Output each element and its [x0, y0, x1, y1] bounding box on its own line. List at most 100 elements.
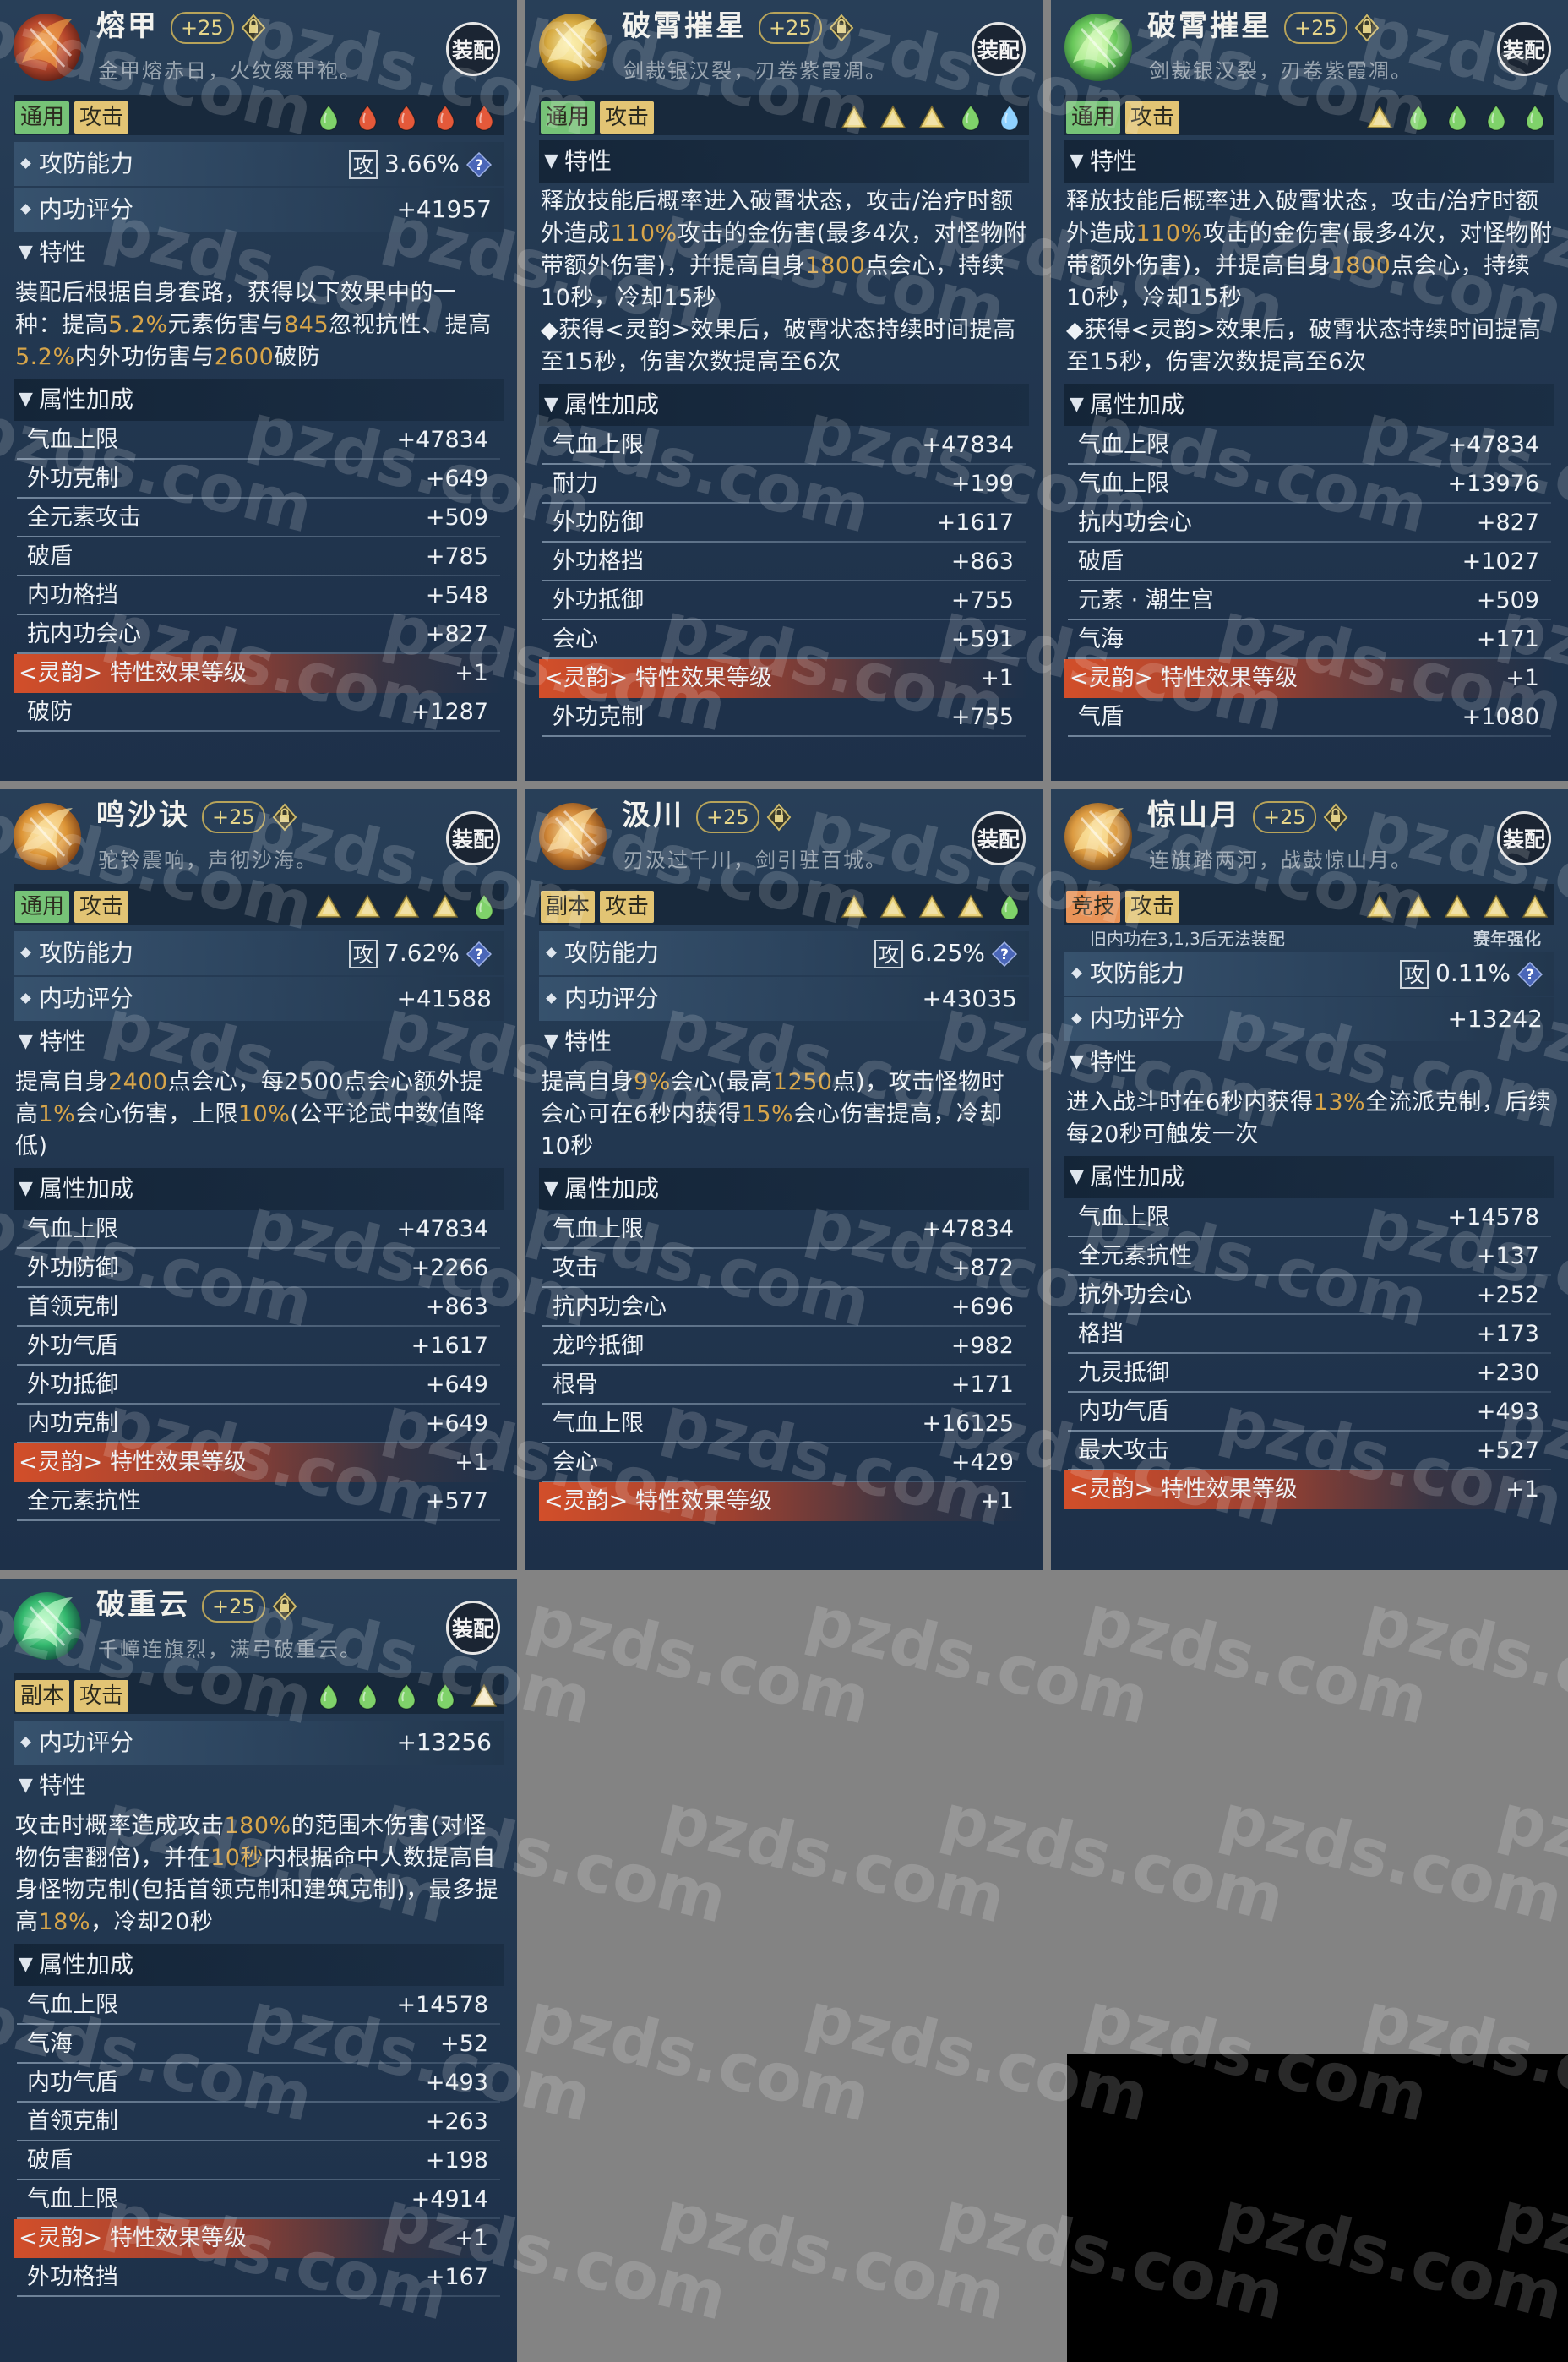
gold-gem-icon — [392, 892, 421, 921]
gear-name: 破霄摧星 +25 — [622, 7, 854, 46]
attr-row: 抗内功会心 +827 — [14, 615, 504, 654]
card-body: ▼ 特性 释放技能后概率进入破霄状态，攻击/治疗时额外造成110%攻击的金伤害(最多… — [525, 140, 1043, 737]
attr-bonus-header[interactable]: ▼ 属性加成 — [539, 1168, 1029, 1210]
attr-bonus-header[interactable]: ▼ 属性加成 — [539, 384, 1029, 426]
attr-row: 外功抵御 +649 — [14, 1366, 504, 1405]
attr-bonus-header[interactable]: ▼ 属性加成 — [1064, 1156, 1554, 1198]
attr-row: 外功防御 +2266 — [14, 1249, 504, 1288]
attr-row: 全元素攻击 +509 — [14, 499, 504, 537]
trait-header[interactable]: ▼ 特性 — [14, 1765, 504, 1807]
trait-description: 释放技能后概率进入破霄状态，攻击/治疗时额外造成110%攻击的金伤害(最多4次，… — [1066, 188, 1553, 375]
gold-gem-icon — [353, 892, 382, 921]
trait-header[interactable]: ▼ 特性 — [539, 140, 1029, 183]
equip-button[interactable]: 装配 — [446, 811, 500, 865]
gold-gem-icon — [431, 892, 460, 921]
level-badge: +25 — [1284, 11, 1348, 44]
attr-bonus-header[interactable]: ▼ 属性加成 — [14, 1944, 504, 1986]
attr-row: 抗外功会心 +252 — [1064, 1276, 1554, 1315]
chevron-down-icon: ▼ — [19, 1954, 33, 1975]
svg-text:?: ? — [1526, 967, 1534, 984]
inner-score-row: 内功评分 +13256 — [14, 1721, 504, 1765]
tag-type: 攻击 — [1125, 101, 1180, 134]
diamond-bullet-icon — [1071, 1013, 1082, 1024]
attr-bonus-header[interactable]: ▼ 属性加成 — [14, 379, 504, 421]
red-gem-icon — [470, 103, 498, 132]
tag-category: 副本 — [15, 1680, 70, 1712]
equip-button[interactable]: 装配 — [972, 811, 1026, 865]
watermark-text: pzds.com — [520, 1581, 878, 1740]
trait-header[interactable]: ▼ 特性 — [14, 1021, 504, 1063]
help-icon[interactable]: ? — [466, 941, 492, 967]
lock-icon — [241, 13, 266, 42]
attr-bonus-header[interactable]: ▼ 属性加成 — [1064, 384, 1554, 426]
help-icon[interactable]: ? — [466, 152, 492, 177]
chevron-down-icon: ▼ — [1070, 1051, 1084, 1072]
attr-row: 会心 +429 — [539, 1443, 1029, 1482]
card-header: 熔甲 +25 金甲熔赤日，火纹缀甲袍。 装配 — [0, 0, 517, 95]
gold-gem-icon — [956, 892, 985, 921]
attr-row: 元素 · 潮生宫 +509 — [1064, 581, 1554, 620]
attr-row: 内功气盾 +493 — [14, 2064, 504, 2103]
spirit-attr-row: <灵韵> 特性效果等级 +1 — [14, 2219, 504, 2258]
attr-row: 内功气盾 +493 — [1064, 1393, 1554, 1432]
attr-row: 外功格挡 +863 — [539, 543, 1029, 581]
gold-gem-icon — [917, 892, 946, 921]
diamond-bullet-icon — [1071, 968, 1082, 979]
chevron-down-icon: ▼ — [19, 1178, 33, 1199]
tag-category: 副本 — [541, 891, 596, 923]
gear-name: 破重云 +25 — [96, 1585, 297, 1624]
help-icon[interactable]: ? — [992, 941, 1017, 967]
inner-score-value: +41588 — [396, 985, 492, 1012]
green-gem-icon — [431, 1682, 460, 1710]
card-header: 破重云 +25 千嶂连旗烈，满弓破重云。 装配 — [0, 1579, 517, 1673]
tag-type: 攻击 — [74, 1680, 129, 1712]
level-badge: +25 — [1253, 800, 1316, 833]
tag-type: 攻击 — [600, 891, 655, 923]
attr-row: 气血上限 +47834 — [14, 1210, 504, 1249]
gold-gem-icon — [879, 103, 907, 132]
chevron-down-icon: ▼ — [1070, 150, 1084, 172]
equip-button[interactable]: 装配 — [446, 22, 500, 76]
attr-row: 气血上限 +13976 — [1064, 465, 1554, 504]
equip-button[interactable]: 装配 — [972, 22, 1026, 76]
green-gem-icon — [314, 103, 343, 132]
attr-row: 气血上限 +47834 — [539, 1210, 1029, 1249]
trait-header[interactable]: ▼ 特性 — [1064, 1041, 1554, 1083]
gear-name: 熔甲 +25 — [96, 7, 266, 46]
attr-row: 外功气盾 +1617 — [14, 1327, 504, 1366]
spirit-attr-row: <灵韵> 特性效果等级 +1 — [14, 654, 504, 693]
inner-score-value: +13242 — [1447, 1005, 1543, 1033]
level-badge: +25 — [759, 11, 822, 44]
equip-button[interactable]: 装配 — [1497, 22, 1551, 76]
equip-button[interactable]: 装配 — [1497, 811, 1551, 865]
gold-gem-icon — [1482, 892, 1511, 921]
trait-header[interactable]: ▼ 特性 — [14, 232, 504, 274]
gold-gem-icon — [314, 892, 343, 921]
tag-row: 竞技 攻击 — [1051, 884, 1568, 930]
lock-icon — [766, 802, 792, 832]
attack-badge: 攻 — [874, 940, 904, 968]
gem-slots — [314, 103, 498, 132]
lock-icon — [1354, 13, 1380, 42]
attr-bonus-header[interactable]: ▼ 属性加成 — [14, 1168, 504, 1210]
tag-row: 通用 攻击 — [525, 95, 1043, 140]
inner-score-row: 内功评分 +13242 — [1064, 997, 1554, 1041]
lock-icon — [1323, 802, 1348, 832]
chevron-down-icon: ▼ — [1070, 394, 1084, 415]
attr-row: 全元素抗性 +137 — [1064, 1237, 1554, 1276]
watermark-text: pzds.com — [655, 1780, 1013, 1939]
green-gem-icon — [470, 892, 498, 921]
trait-header[interactable]: ▼ 特性 — [1064, 140, 1554, 183]
help-icon[interactable]: ? — [1517, 962, 1543, 987]
gear-motto: 驼铃震响，声彻沙海。 — [98, 848, 318, 872]
lock-icon — [272, 1591, 297, 1621]
tag-row: 副本 攻击 — [525, 884, 1043, 930]
attr-row: 内功格挡 +548 — [14, 576, 504, 615]
attr-row: 抗内功会心 +696 — [539, 1288, 1029, 1327]
trait-header[interactable]: ▼ 特性 — [539, 1021, 1029, 1063]
attr-row: 气血上限 +47834 — [14, 421, 504, 460]
inner-score-value: +41957 — [396, 195, 492, 223]
equip-button[interactable]: 装配 — [446, 1601, 500, 1655]
diamond-bullet-icon — [20, 1737, 31, 1748]
trait-description: 进入战斗时在6秒内获得13%全流派克制，后续每20秒可触发一次 — [1066, 1089, 1552, 1148]
